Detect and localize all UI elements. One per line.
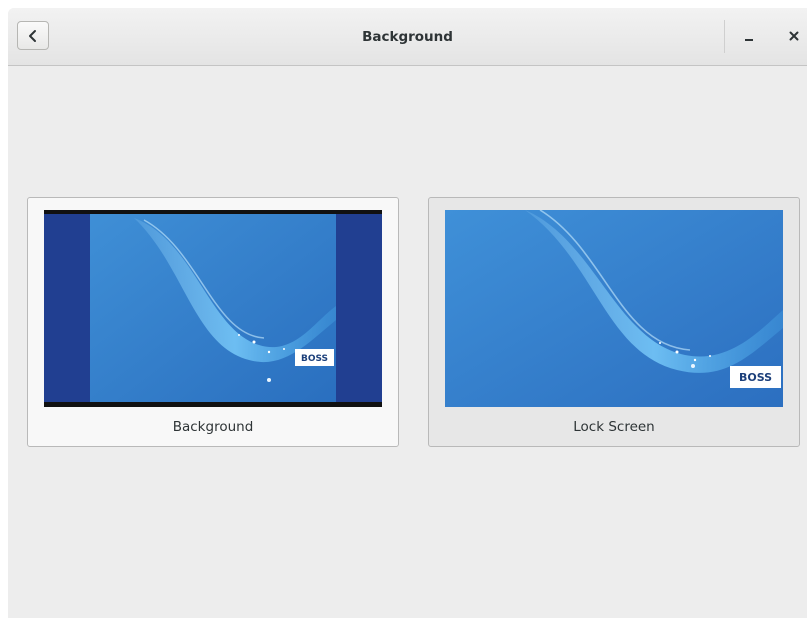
lock-screen-card[interactable]: BOSS Lock Screen bbox=[428, 197, 800, 447]
close-button[interactable] bbox=[780, 21, 807, 50]
header-separator bbox=[724, 20, 725, 53]
background-card[interactable]: BOSS Background bbox=[27, 197, 399, 447]
background-card-label: Background bbox=[172, 419, 254, 435]
settings-window: Background BOSS Background BOSS Lock Scr… bbox=[8, 8, 807, 618]
minimize-button[interactable] bbox=[735, 21, 763, 50]
lock-screen-preview-image: BOSS bbox=[445, 210, 783, 407]
lock-screen-card-label: Lock Screen bbox=[573, 419, 655, 435]
logo-text: BOSS bbox=[301, 354, 328, 364]
background-thumbnail: BOSS bbox=[44, 210, 382, 407]
desktop-preview-image: BOSS bbox=[44, 210, 382, 407]
header-bar: Background bbox=[8, 8, 807, 66]
minimize-icon bbox=[745, 38, 753, 41]
lock-screen-thumbnail: BOSS bbox=[445, 210, 783, 407]
logo-text: BOSS bbox=[739, 371, 772, 384]
close-icon bbox=[789, 31, 799, 40]
page-title: Background bbox=[362, 28, 453, 45]
